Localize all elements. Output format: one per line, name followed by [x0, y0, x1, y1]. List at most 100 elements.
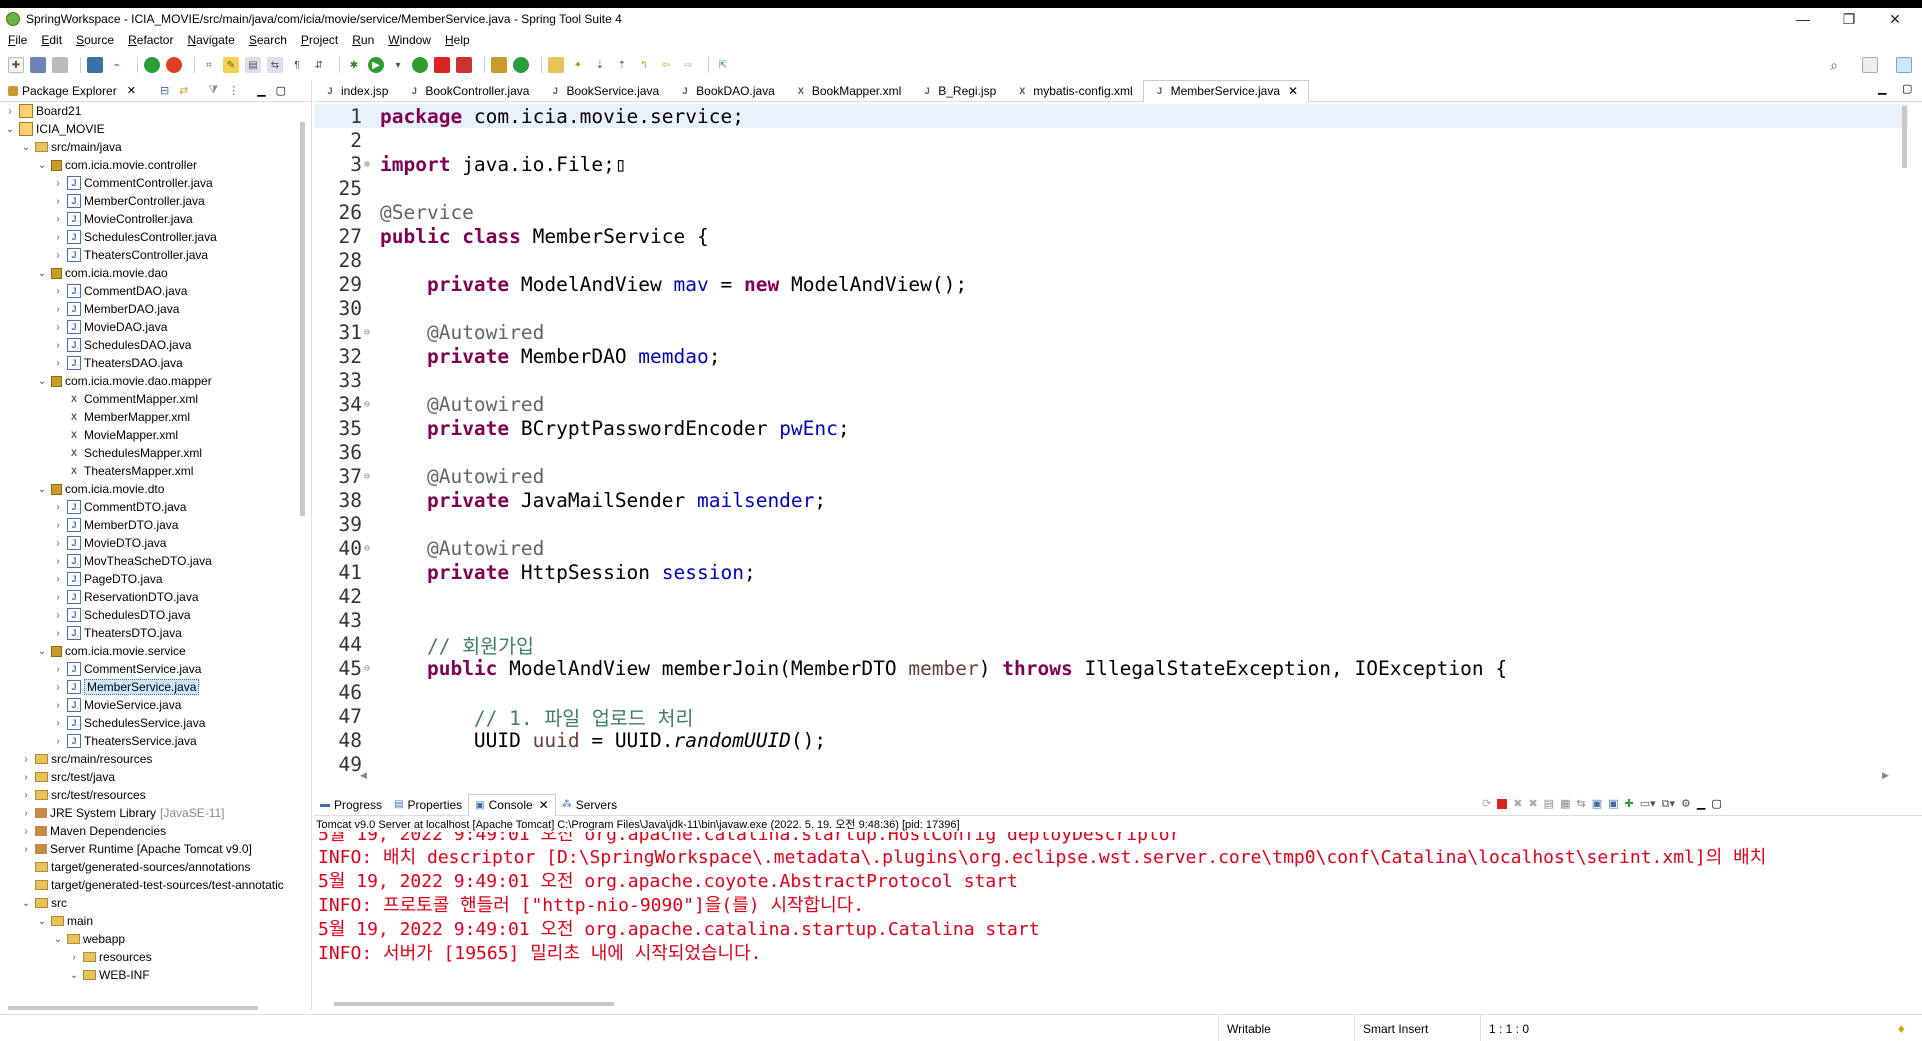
menu-source[interactable]: Source: [76, 33, 114, 47]
new-package-icon[interactable]: [491, 57, 507, 73]
code-line[interactable]: 31 ⊖ @Autowired: [314, 320, 1908, 344]
chevron-right-icon[interactable]: ›: [52, 538, 64, 549]
tree-item[interactable]: › JRE System Library [JavaSE-11]: [0, 804, 298, 822]
chevron-right-icon[interactable]: ›: [52, 556, 64, 567]
remove-launch-icon[interactable]: ✖: [1513, 797, 1522, 811]
console-tab-servers[interactable]: ⁂ Servers: [556, 794, 623, 816]
tree-item[interactable]: › J MemberDTO.java: [0, 516, 298, 534]
tree-item[interactable]: › Board21: [0, 102, 298, 120]
new-class-icon[interactable]: [513, 57, 529, 73]
code-line[interactable]: 41 private HttpSession session;: [314, 560, 1908, 584]
chevron-right-icon[interactable]: ›: [52, 358, 64, 369]
code-line[interactable]: 3 ⊕ import java.io.File;▯: [314, 152, 1908, 176]
tree-item[interactable]: ⌄ com.icia.movie.service: [0, 642, 298, 660]
tree-item[interactable]: › J CommentService.java: [0, 660, 298, 678]
tree-item[interactable]: › Maven Dependencies: [0, 822, 298, 840]
editor-tab[interactable]: J BookController.java: [398, 80, 539, 102]
collapse-fold-icon[interactable]: ⊖: [364, 399, 376, 410]
code-line[interactable]: 29 private ModelAndView mav = new ModelA…: [314, 272, 1908, 296]
editor-minimize-icon[interactable]: ▁: [1878, 82, 1886, 95]
tree-item[interactable]: › J TheatersDTO.java: [0, 624, 298, 642]
scroll-right-icon[interactable]: ▶: [1882, 770, 1889, 781]
chevron-right-icon[interactable]: ›: [52, 718, 64, 729]
chevron-right-icon[interactable]: ›: [52, 610, 64, 621]
code-line[interactable]: 36: [314, 440, 1908, 464]
chevron-right-icon[interactable]: ›: [52, 304, 64, 315]
editor-vscrollbar[interactable]: [1900, 104, 1910, 774]
package-explorer-tab[interactable]: Package Explorer ✕ ⊟ ⇄ ⧩ ⋮ ▁ ▢: [0, 80, 311, 102]
show-stdout-icon[interactable]: ▣: [1592, 797, 1602, 811]
collapse-fold-icon[interactable]: ⊖: [364, 327, 376, 338]
chevron-right-icon[interactable]: ›: [52, 592, 64, 603]
console-tab-properties[interactable]: ▤ Properties: [388, 794, 468, 816]
chevron-right-icon[interactable]: ›: [52, 628, 64, 639]
tree-item[interactable]: › J MovieDTO.java: [0, 534, 298, 552]
open-perspective-icon[interactable]: [1862, 57, 1878, 73]
run-icon[interactable]: ▶: [368, 57, 384, 73]
chevron-right-icon[interactable]: ›: [4, 106, 16, 117]
scrollbar-thumb[interactable]: [300, 122, 305, 516]
code-line[interactable]: 32 private MemberDAO memdao;: [314, 344, 1908, 368]
tree-item[interactable]: › J TheatersController.java: [0, 246, 298, 264]
minimize-button[interactable]: —: [1780, 8, 1826, 30]
tree-item[interactable]: › J TheatersService.java: [0, 732, 298, 750]
tree-item[interactable]: ⌄ com.icia.movie.dao.mapper: [0, 372, 298, 390]
menu-file[interactable]: File: [8, 33, 27, 47]
tree-item[interactable]: › J MemberService.java: [0, 678, 298, 696]
chevron-down-icon[interactable]: ⌄: [68, 970, 80, 981]
chevron-right-icon[interactable]: ›: [52, 322, 64, 333]
notifications-icon[interactable]: ♦: [1898, 1021, 1905, 1036]
package-tree-hscrollbar[interactable]: [8, 1006, 258, 1010]
tree-item[interactable]: › J PageDTO.java: [0, 570, 298, 588]
java-perspective-icon[interactable]: [1896, 57, 1912, 73]
chevron-down-icon[interactable]: ⌄: [36, 376, 48, 387]
tree-item[interactable]: › J CommentDAO.java: [0, 282, 298, 300]
scrollbar-thumb[interactable]: [1902, 106, 1907, 168]
chevron-right-icon[interactable]: ›: [20, 772, 32, 783]
code-line[interactable]: 37 ⊖ @Autowired: [314, 464, 1908, 488]
collapse-all-icon[interactable]: ⊟: [160, 84, 169, 97]
whitespace-icon[interactable]: ¶: [289, 57, 305, 73]
link-with-editor-icon[interactable]: ⇄: [179, 84, 188, 97]
tree-item[interactable]: › J CommentDTO.java: [0, 498, 298, 516]
chevron-down-icon[interactable]: ⌄: [20, 898, 32, 909]
annotation-next-icon[interactable]: ⇣: [592, 57, 608, 73]
code-line[interactable]: 38 private JavaMailSender mailsender;: [314, 488, 1908, 512]
tree-item[interactable]: ⌄ ICIA_MOVIE: [0, 120, 298, 138]
collapse-fold-icon[interactable]: ⊖: [364, 663, 376, 674]
tree-item[interactable]: › J CommentController.java: [0, 174, 298, 192]
tree-item[interactable]: › J SchedulesController.java: [0, 228, 298, 246]
menu-help[interactable]: Help: [445, 33, 470, 47]
tree-item[interactable]: › J MovieService.java: [0, 696, 298, 714]
scroll-left-icon[interactable]: ◀: [360, 770, 367, 781]
chevron-down-icon[interactable]: ⌄: [36, 916, 48, 927]
mark-occurrences-icon[interactable]: ✎: [223, 57, 239, 73]
editor-tab[interactable]: J BookService.java: [539, 80, 669, 102]
editor-tab[interactable]: Xmybatis-config.xml: [1006, 80, 1142, 102]
tree-item[interactable]: › Server Runtime [Apache Tomcat v9.0]: [0, 840, 298, 858]
tree-item[interactable]: › J SchedulesDTO.java: [0, 606, 298, 624]
tree-item[interactable]: target/generated-test-sources/test-annot…: [0, 876, 298, 894]
word-wrap-icon[interactable]: ⇆: [267, 57, 283, 73]
new-console-icon[interactable]: ⧉▾: [1662, 797, 1675, 811]
block-selection-icon[interactable]: ▤: [245, 57, 261, 73]
code-line[interactable]: 1 package com.icia.movie.service;: [314, 104, 1908, 128]
console-minimize-icon[interactable]: ▁: [1697, 797, 1705, 811]
collapse-fold-icon[interactable]: ⊖: [364, 543, 376, 554]
code-line[interactable]: 2: [314, 128, 1908, 152]
chevron-right-icon[interactable]: ›: [52, 340, 64, 351]
tree-item[interactable]: ⌄ com.icia.movie.dto: [0, 480, 298, 498]
toggle-comment-icon[interactable]: ⇵: [311, 57, 327, 73]
forward-icon[interactable]: ⇨: [680, 57, 696, 73]
code-line[interactable]: 45 ⊖ public ModelAndView memberJoin(Membe…: [314, 656, 1908, 680]
code-line[interactable]: 33: [314, 368, 1908, 392]
tree-item[interactable]: › J MovieController.java: [0, 210, 298, 228]
code-line[interactable]: 42: [314, 584, 1908, 608]
scroll-lock-icon[interactable]: ▦: [1560, 797, 1570, 811]
package-tree-vscrollbar[interactable]: [298, 102, 308, 982]
tree-item[interactable]: X TheatersMapper.xml: [0, 462, 298, 480]
save-icon[interactable]: [30, 57, 46, 73]
open-task-icon[interactable]: [548, 57, 564, 73]
relaunch-icon[interactable]: [166, 57, 182, 73]
code-line[interactable]: 46: [314, 680, 1908, 704]
